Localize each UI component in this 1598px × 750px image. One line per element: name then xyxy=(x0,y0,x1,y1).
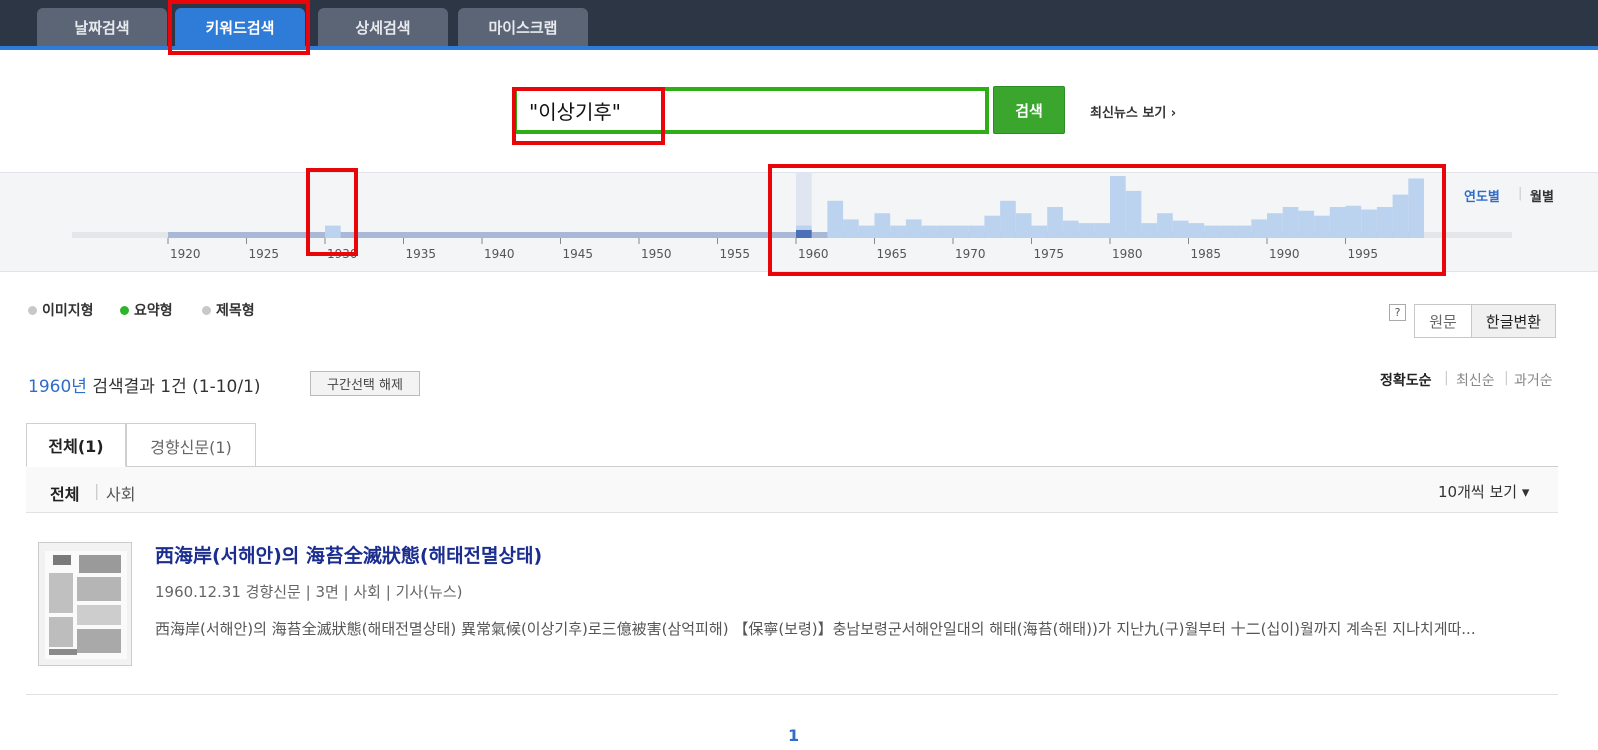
result-summary: 1960년 검색결과 1건 (1-10/1) xyxy=(28,372,261,397)
tab-my-scrap[interactable]: 마이스크랩 xyxy=(458,8,588,46)
newspaper-page-icon xyxy=(45,551,127,659)
hangul-convert-button[interactable]: 한글변환 xyxy=(1471,304,1556,338)
content-tab-kyunghyang[interactable]: 경향신문(1) xyxy=(126,423,256,467)
monthly-toggle[interactable]: 월별 xyxy=(1530,186,1554,205)
article-title-link[interactable]: 西海岸(서해안)의 海苔全滅狀態(해태전멸상태) xyxy=(155,541,542,568)
annotation-box-search-term xyxy=(512,87,665,145)
tab-advanced-search[interactable]: 상세검색 xyxy=(318,8,448,46)
sort-separator: | xyxy=(1504,370,1509,386)
tick-label-1955: 1955 xyxy=(720,247,751,261)
per-page-dropdown[interactable]: 10개씩 보기 ▾ xyxy=(1438,481,1529,502)
reset-range-button[interactable]: 구간선택 해제 xyxy=(310,371,420,396)
tick-label-1925: 1925 xyxy=(249,247,280,261)
result-count: 검색결과 1건 (1-10/1) xyxy=(92,377,261,397)
newspaper-thumbnail[interactable] xyxy=(38,542,132,666)
page-number-current[interactable]: 1 xyxy=(788,726,799,745)
annotation-box-1930 xyxy=(306,168,358,256)
view-mode-image[interactable]: 이미지형 xyxy=(28,300,94,320)
yearly-toggle[interactable]: 연도별 xyxy=(1464,186,1500,205)
article-snippet: 西海岸(서해안)의 海苔全滅狀態(해태전멸상태) 異常氣候(이상기후)로三億被害… xyxy=(155,620,1476,638)
radio-dot-icon xyxy=(202,305,211,315)
toggle-separator: | xyxy=(1518,186,1523,201)
tick-label-1935: 1935 xyxy=(406,247,437,261)
tick-label-1940: 1940 xyxy=(484,247,515,261)
tab-date-search[interactable]: 날짜검색 xyxy=(37,8,167,46)
filter-separator: | xyxy=(94,481,100,500)
radio-dot-selected-icon xyxy=(120,305,129,315)
article-meta: 1960.12.31 경향신문 | 3면 | 사회 | 기사(뉴스) xyxy=(155,583,463,601)
view-mode-summary[interactable]: 요약형 xyxy=(120,300,173,320)
tick-label-1945: 1945 xyxy=(563,247,594,261)
latest-news-link[interactable]: 최신뉴스 보기 › xyxy=(1090,102,1176,121)
selected-year: 1960년 xyxy=(28,377,87,397)
help-icon[interactable]: ? xyxy=(1389,304,1406,321)
sort-oldest[interactable]: 과거순 xyxy=(1514,370,1553,390)
sort-latest[interactable]: 최신순 xyxy=(1456,370,1495,390)
annotation-box-1960-1999 xyxy=(768,164,1446,276)
result-divider xyxy=(26,694,1558,695)
view-mode-title[interactable]: 제목형 xyxy=(202,300,255,320)
tick-label-1950: 1950 xyxy=(641,247,672,261)
filter-all[interactable]: 전체 xyxy=(50,481,79,505)
search-button[interactable]: 검색 xyxy=(993,86,1065,134)
sort-separator: | xyxy=(1444,370,1449,386)
radio-dot-icon xyxy=(28,305,37,315)
content-tab-all[interactable]: 전체(1) xyxy=(26,423,126,467)
annotation-box-keyword-tab xyxy=(168,0,310,55)
original-text-button[interactable]: 원문 xyxy=(1414,304,1472,338)
sort-accuracy[interactable]: 정확도순 xyxy=(1380,370,1432,390)
filter-society[interactable]: 사회 xyxy=(106,481,135,505)
subfilter-bar: 전체 | 사회 10개씩 보기 ▾ xyxy=(26,467,1558,513)
tick-label-1920: 1920 xyxy=(170,247,201,261)
